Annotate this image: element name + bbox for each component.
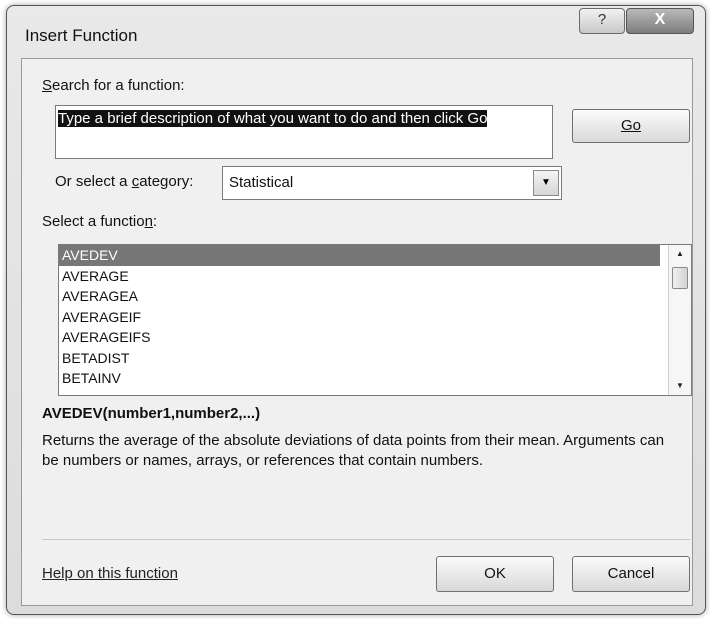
dialog-title: Insert Function <box>25 26 138 45</box>
help-on-function-link[interactable]: Help on this function <box>42 565 178 582</box>
category-label: Or select a category: <box>55 173 194 190</box>
search-label: Search for a function: <box>42 77 185 94</box>
chevron-down-icon[interactable]: ▼ <box>533 170 559 196</box>
list-item[interactable]: AVERAGEIFS <box>59 327 662 348</box>
ok-button[interactable]: OK <box>436 556 554 592</box>
vertical-scrollbar[interactable]: ▲ ▼ <box>668 245 691 395</box>
insert-function-dialog: Insert Function ? X Search for a functio… <box>6 5 706 615</box>
function-description: Returns the average of the absolute devi… <box>42 432 665 469</box>
category-select[interactable]: Statistical ▼ <box>222 166 562 200</box>
category-selected-value: Statistical <box>229 174 294 191</box>
close-button[interactable]: X <box>626 8 694 34</box>
search-input[interactable]: Type a brief description of what you wan… <box>55 105 553 159</box>
function-list[interactable]: AVEDEV AVERAGE AVERAGEA AVERAGEIF AVERAG… <box>58 244 692 396</box>
help-button[interactable]: ? <box>579 8 625 34</box>
scroll-up-arrow-icon[interactable]: ▲ <box>669 245 691 263</box>
scroll-thumb[interactable] <box>672 267 688 289</box>
go-button[interactable]: Go <box>572 109 690 143</box>
dialog-body: Search for a function: Type a brief desc… <box>21 58 693 606</box>
list-item[interactable]: AVERAGEIF <box>59 307 662 328</box>
list-item[interactable]: AVEDEV <box>59 245 660 266</box>
scroll-down-arrow-icon[interactable]: ▼ <box>669 377 691 395</box>
list-item[interactable]: AVERAGEA <box>59 286 662 307</box>
function-signature: AVEDEV(number1,number2,...) <box>42 405 261 422</box>
title-bar[interactable]: Insert Function ? X <box>7 6 705 56</box>
list-item[interactable]: AVERAGE <box>59 266 662 287</box>
list-item[interactable]: BETAINV <box>59 368 662 389</box>
list-item[interactable]: BETADIST <box>59 348 662 369</box>
function-list-label: Select a function: <box>42 213 158 230</box>
divider <box>42 539 690 540</box>
cancel-button[interactable]: Cancel <box>572 556 690 592</box>
search-input-text: Type a brief description of what you wan… <box>58 110 488 127</box>
